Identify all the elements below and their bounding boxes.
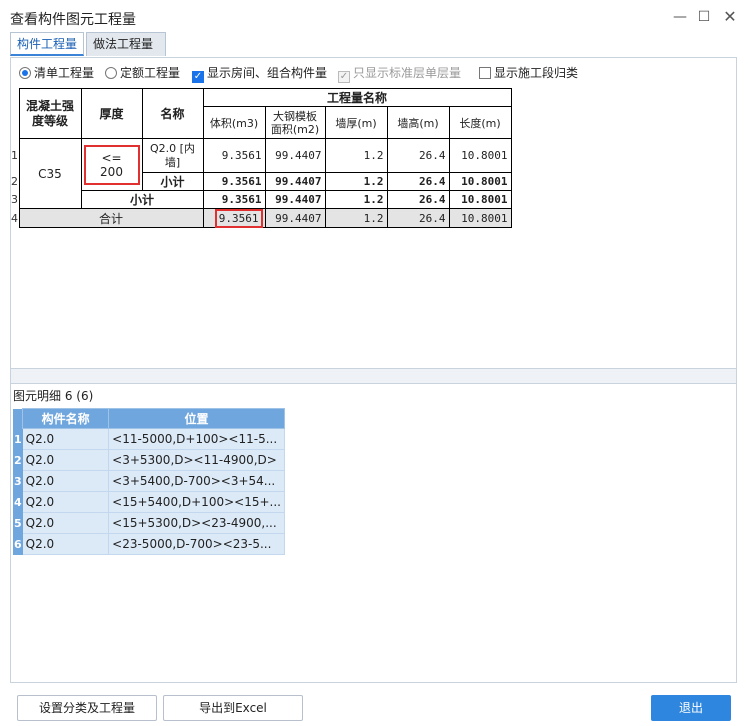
- checkbox-standard-floor[interactable]: ✓ 只显示标准层单层量: [338, 64, 461, 83]
- header-wall-thick: 墙厚(m): [324, 106, 388, 139]
- radio-quota-qty[interactable]: 定额工程量: [105, 64, 180, 82]
- checkbox-disabled-checked-icon: ✓: [338, 71, 350, 83]
- maximize-icon[interactable]: ☐: [692, 6, 716, 28]
- table-row[interactable]: 1 Q2.0 <11-5000,D+100><11-5...: [13, 428, 285, 450]
- checkbox-icon: [479, 67, 491, 79]
- setup-classification-button[interactable]: 设置分类及工程量: [17, 695, 157, 721]
- table-row[interactable]: 3 Q2.0 <3+5400,D-700><3+54...: [13, 470, 285, 492]
- table-row[interactable]: 1 C35 <= 200 Q2.0 [内墙] 9.3561 99.4407 1.…: [11, 138, 512, 209]
- tab-method-qty[interactable]: 做法工程量: [86, 32, 166, 56]
- table-row[interactable]: 5 Q2.0 <15+5300,D><23-4900,...: [13, 512, 285, 534]
- title-bar: 查看构件图元工程量 — ☐ ✕: [0, 0, 749, 32]
- table-row[interactable]: 3 小计 9.3561 99.4407 1.2 26.4 10.8001: [11, 190, 512, 209]
- minimize-icon[interactable]: —: [668, 6, 692, 28]
- highlighted-thickness: <= 200: [83, 144, 140, 185]
- detail-table: 构件名称 位置 1 Q2.0 <11-5000,D+100><11-5... 2…: [13, 408, 285, 555]
- quantity-panel: 清单工程量 定额工程量 ✓ 显示房间、组合构件量 ✓ 只显示标准层单层量 显示施工段…: [10, 57, 737, 369]
- close-icon[interactable]: ✕: [718, 6, 742, 28]
- header-grade: 混凝土强度等级: [18, 88, 82, 139]
- header-volume: 体积(m3): [202, 106, 266, 139]
- cell-grade: C35: [18, 138, 82, 209]
- table-row[interactable]: 4 Q2.0 <15+5400,D+100><15+...: [13, 491, 285, 513]
- cell-name: Q2.0 [内墙]: [141, 138, 204, 173]
- header-name: 名称: [141, 88, 204, 139]
- footer-bar: 设置分类及工程量 导出到Excel 退出: [0, 684, 749, 726]
- table-row-total[interactable]: 4 合计 9.3561 99.4407 1.2 26.4 10.8001: [11, 208, 512, 228]
- checkbox-checked-icon: ✓: [192, 71, 204, 83]
- table-row[interactable]: 2 Q2.0 <3+5300,D><11-4900,D>: [13, 449, 285, 471]
- detail-panel: 图元明细 6 (6) 构件名称 位置 1 Q2.0 <11-5000,D+100…: [10, 383, 737, 683]
- header-thickness: 厚度: [80, 88, 143, 139]
- exit-button[interactable]: 退出: [651, 695, 731, 721]
- panel-splitter[interactable]: [10, 369, 737, 383]
- window-title: 查看构件图元工程量: [10, 12, 136, 28]
- header-position: 位置: [108, 408, 285, 429]
- radio-list-qty[interactable]: 清单工程量: [19, 64, 94, 82]
- header-wall-height: 墙高(m): [386, 106, 450, 139]
- header-formwork: 大钢模板面积(m2): [264, 106, 326, 139]
- quantity-table: 混凝土强度等级 厚度 名称 工程量名称 体积(m3) 大钢模板面积(m2) 墙厚…: [11, 88, 512, 228]
- tab-component-qty[interactable]: 构件工程量: [10, 32, 84, 56]
- radio-selected-icon: [19, 67, 31, 79]
- checkbox-construction[interactable]: 显示施工段归类: [479, 64, 578, 82]
- table-row[interactable]: 6 Q2.0 <23-5000,D-700><23-5...: [13, 533, 285, 555]
- cell-thickness: <= 200: [80, 138, 143, 191]
- header-qty-group: 工程量名称: [202, 88, 512, 107]
- checkbox-show-room[interactable]: ✓ 显示房间、组合构件量: [192, 64, 327, 83]
- header-length: 长度(m): [448, 106, 512, 139]
- detail-label: 图元明细 6 (6): [13, 389, 94, 403]
- header-component-name: 构件名称: [22, 408, 110, 429]
- export-excel-button[interactable]: 导出到Excel: [163, 695, 303, 721]
- highlighted-volume: 9.3561: [214, 208, 263, 228]
- radio-icon: [105, 67, 117, 79]
